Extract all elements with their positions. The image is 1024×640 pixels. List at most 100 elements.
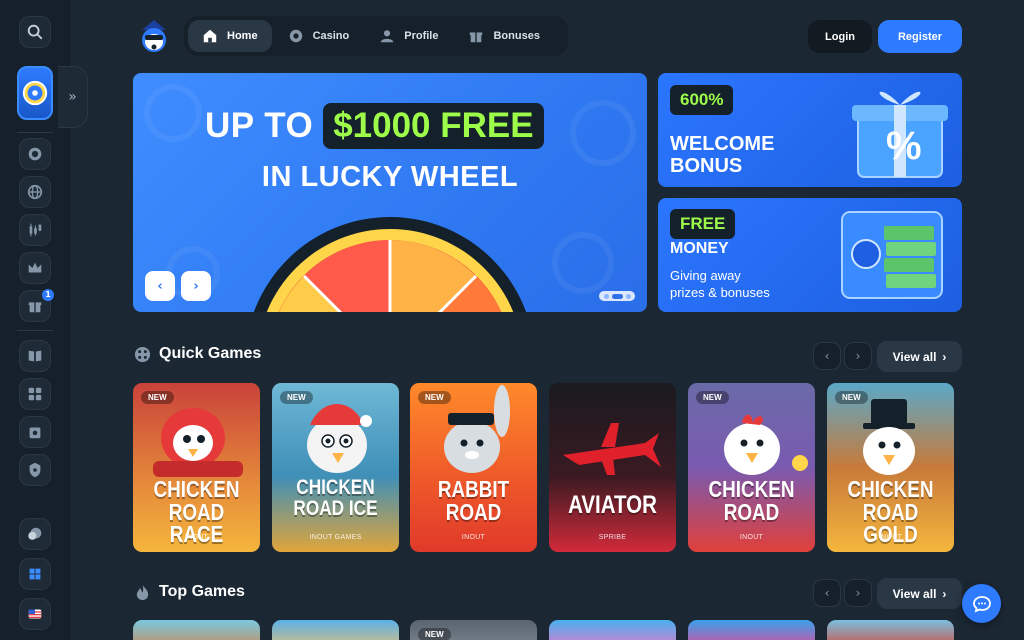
sidebar-item-trading[interactable] xyxy=(19,214,51,246)
sidebar-item-security[interactable] xyxy=(19,454,51,486)
lucky-wheel-image xyxy=(253,217,527,312)
chevron-right-icon: › xyxy=(855,349,861,363)
game-card-chicken-road-ice[interactable]: NEW CHICKEN ROAD ICE INOUT GAMES xyxy=(272,383,399,552)
sidebar-item-rules[interactable] xyxy=(19,340,51,372)
windows-icon xyxy=(29,568,41,580)
hero-subheadline: IN LUCKY WHEEL xyxy=(261,161,519,193)
game-title: CHICKEN ROAD ICE xyxy=(293,476,378,520)
crown-icon xyxy=(28,262,42,273)
promo-welcome-bonus[interactable]: % 600% WELCOME BONUS xyxy=(658,73,962,187)
sidebar-item-sports[interactable] xyxy=(19,176,51,208)
game-card-chicken-road[interactable]: NEW CHICKEN ROAD INOUT xyxy=(688,383,815,552)
nav-label: Profile xyxy=(404,30,439,42)
game-provider: INOUT xyxy=(739,534,764,541)
top-game-card[interactable] xyxy=(688,620,815,640)
carousel-indicator[interactable] xyxy=(599,291,635,301)
sidebar-item-gifts[interactable]: 1 xyxy=(19,289,54,322)
nav-label: Casino xyxy=(312,30,350,42)
box-icon xyxy=(29,427,41,439)
quick-games-view-all-button[interactable]: View all › xyxy=(877,341,962,372)
promo-free-money[interactable]: FREE MONEY Giving away prizes & bonuses xyxy=(658,198,962,312)
new-badge: NEW xyxy=(835,391,868,404)
hero-prev-button[interactable]: ‹ xyxy=(145,271,175,301)
sidebar-item-games[interactable] xyxy=(19,378,51,410)
section-title-text: Top Games xyxy=(159,583,245,600)
shield-icon xyxy=(29,462,41,478)
top-game-card[interactable] xyxy=(133,620,260,640)
game-card-chicken-road-race[interactable]: NEW CHICKEN ROAD RACE INOUT xyxy=(133,383,260,552)
hero-headline: UP TO $1000 FREE xyxy=(205,103,544,149)
register-button[interactable]: Register xyxy=(878,20,962,53)
language-selector[interactable] xyxy=(19,598,51,630)
login-button[interactable]: Login xyxy=(808,20,872,53)
search-icon xyxy=(27,24,43,40)
chevron-right-icon: › xyxy=(855,586,861,600)
section-title-quick-games: Quick Games xyxy=(134,345,261,363)
safe-money-image xyxy=(841,211,943,299)
quick-games-next-button[interactable]: › xyxy=(844,342,872,370)
game-title: CHICKEN ROAD xyxy=(708,476,795,525)
hero-banner[interactable]: UP TO $1000 FREE IN LUCKY WHEEL ‹ › xyxy=(133,73,647,312)
svg-text:%: % xyxy=(886,124,922,168)
double-chevron-right-icon: » xyxy=(68,89,77,105)
red-plane-image xyxy=(563,423,661,475)
nav-tab-bonuses[interactable]: Bonuses xyxy=(454,20,553,52)
promo-subtitle-line: prizes & bonuses xyxy=(670,284,770,300)
game-card-rabbit-road[interactable]: NEW RABBIT ROAD INOUT xyxy=(410,383,537,552)
game-card-aviator[interactable]: AVIATOR SPRIBE xyxy=(549,383,676,552)
hero-prefix: UP TO xyxy=(205,106,314,145)
game-title: RABBIT ROAD xyxy=(437,476,510,525)
top-game-card[interactable] xyxy=(272,620,399,640)
sidebar-item-chat[interactable] xyxy=(19,518,51,550)
nav-tab-home[interactable]: Home xyxy=(188,20,272,52)
top-game-card[interactable] xyxy=(827,620,954,640)
top-game-card[interactable] xyxy=(549,620,676,640)
top-games-prev-button[interactable]: ‹ xyxy=(813,579,841,607)
top-game-card[interactable]: NEW xyxy=(410,620,537,640)
sidebar-item-casino[interactable] xyxy=(19,138,51,170)
top-games-next-button[interactable]: › xyxy=(844,579,872,607)
gift-icon xyxy=(470,32,483,43)
divider xyxy=(17,132,53,133)
game-provider: SPRIBE xyxy=(598,534,627,541)
casino-chip-icon xyxy=(28,147,42,161)
promo-tag: FREE xyxy=(670,209,736,239)
sidebar-item-vip[interactable] xyxy=(19,252,51,284)
chevron-right-icon: › xyxy=(942,586,947,601)
candlestick-icon xyxy=(29,223,42,237)
game-title: AVIATOR xyxy=(568,491,657,519)
new-badge: NEW xyxy=(418,391,451,404)
new-badge: NEW xyxy=(280,391,313,404)
nav-label: Home xyxy=(227,30,258,42)
site-logo[interactable] xyxy=(136,18,172,56)
game-card-chicken-road-gold[interactable]: NEW CHICKEN ROAD GOLD INOUT xyxy=(827,383,954,552)
gift-box-image: % xyxy=(852,91,948,178)
live-chat-button[interactable] xyxy=(962,584,1001,623)
top-games-view-all-button[interactable]: View all › xyxy=(877,578,962,609)
chevron-left-icon: ‹ xyxy=(157,278,163,294)
quick-games-prev-button[interactable]: ‹ xyxy=(813,342,841,370)
hero-next-button[interactable]: › xyxy=(181,271,211,301)
promo-title: WELCOME BONUS xyxy=(670,133,774,178)
main-nav: Home Casino Profile Bonuses xyxy=(184,16,568,56)
notification-badge: 1 xyxy=(42,289,54,301)
promo-title-line: WELCOME xyxy=(670,133,775,155)
chevron-left-icon: ‹ xyxy=(824,349,830,363)
book-icon xyxy=(28,350,42,362)
chat-bubbles-icon xyxy=(28,527,42,540)
nav-tab-profile[interactable]: Profile xyxy=(365,20,452,52)
lucky-wheel-button[interactable] xyxy=(17,66,53,120)
flame-icon xyxy=(136,584,149,600)
section-title-top-games: Top Games xyxy=(134,583,245,601)
chevron-right-icon: › xyxy=(193,278,199,294)
sidebar-item-windows-app[interactable] xyxy=(19,558,51,590)
view-all-label: View all xyxy=(892,349,937,364)
sidebar-item-support[interactable] xyxy=(19,416,51,448)
nav-label: Bonuses xyxy=(493,30,540,42)
nav-tab-casino[interactable]: Casino xyxy=(274,20,364,52)
sidebar-expand-button[interactable]: » xyxy=(58,66,88,128)
search-button[interactable] xyxy=(19,16,51,48)
view-all-label: View all xyxy=(892,586,937,601)
sidebar: » 1 xyxy=(0,0,88,640)
section-title-text: Quick Games xyxy=(159,345,262,362)
